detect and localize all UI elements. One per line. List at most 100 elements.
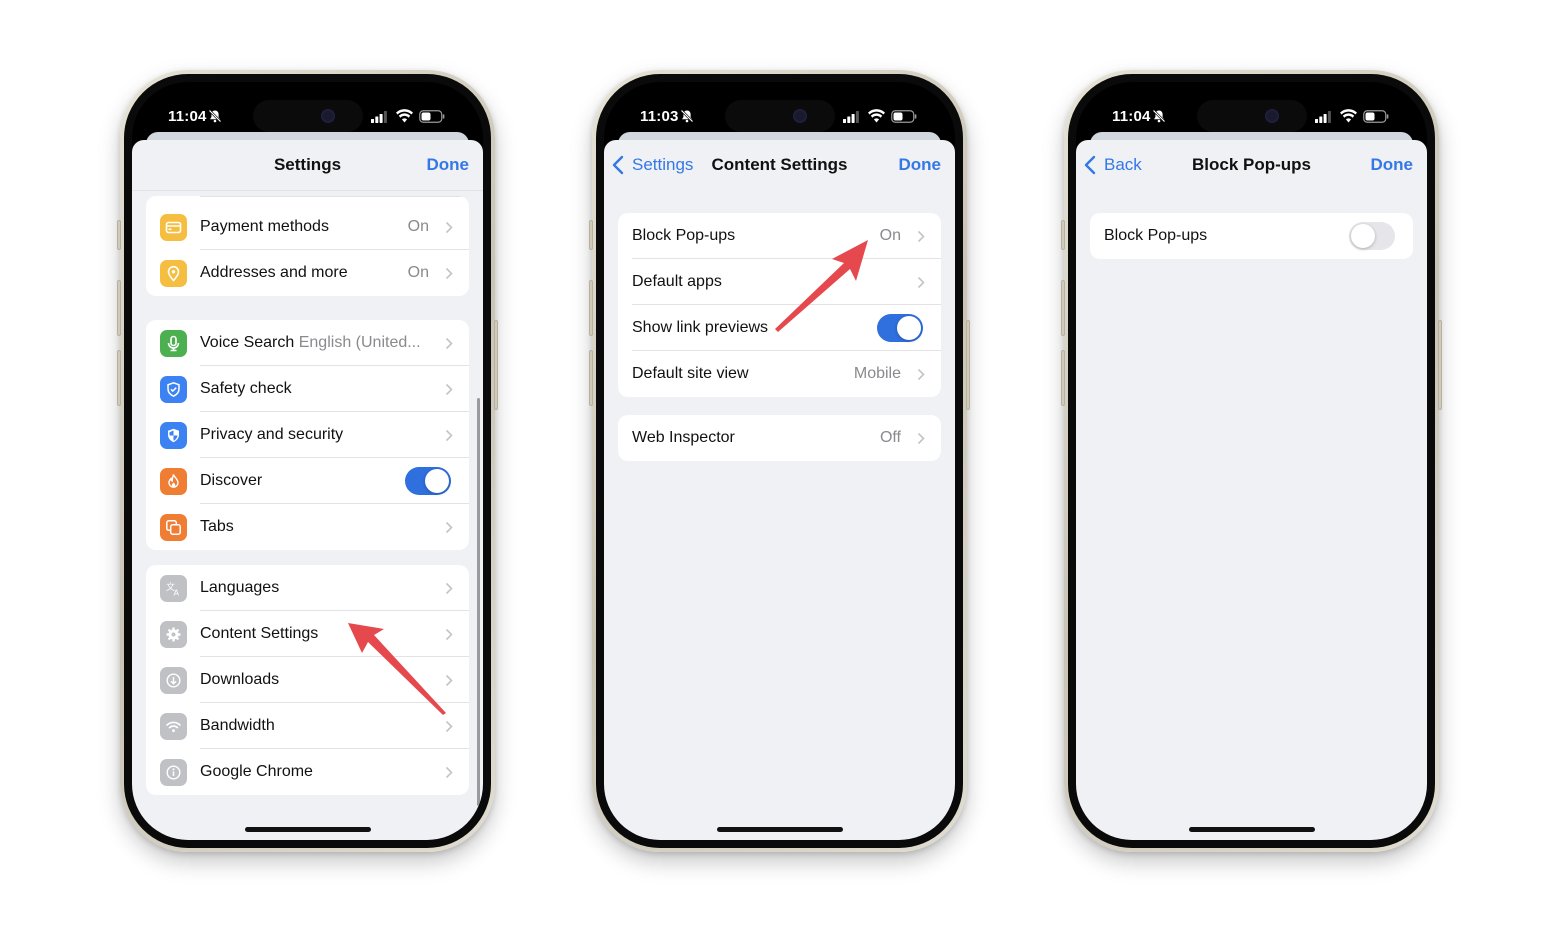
row-label: Web Inspector — [632, 429, 735, 446]
chevron-right-icon — [445, 720, 453, 732]
location-pin-icon — [160, 259, 187, 287]
row-safety-check[interactable]: Safety check — [146, 366, 469, 412]
wifi-icon — [1340, 109, 1357, 123]
bell-slash-icon — [1152, 109, 1166, 123]
row-tabs[interactable]: Tabs — [146, 504, 469, 550]
screen: 11:04 Settings Done Payment methods On A… — [132, 82, 483, 840]
row-addresses[interactable]: Addresses and more On — [146, 250, 469, 296]
row-value: Off — [879, 429, 901, 446]
credit-card-icon — [160, 213, 187, 241]
phone-settings: 11:04 Settings Done Payment methods On A… — [117, 70, 498, 852]
chevron-right-icon — [445, 337, 453, 349]
settings-group-autofill: Payment methods On Addresses and more On — [146, 196, 469, 296]
row-languages[interactable]: 文A Languages — [146, 565, 469, 611]
signal-icon — [1315, 111, 1331, 123]
row-google-chrome[interactable]: Google Chrome — [146, 749, 469, 795]
row-payment-methods[interactable]: Payment methods On — [146, 204, 469, 250]
microphone-icon — [160, 329, 187, 357]
row-value: Mobile — [853, 365, 901, 382]
gear-icon — [160, 620, 187, 648]
block-popups-toggle[interactable] — [1349, 222, 1395, 250]
row-label: Show link previews — [632, 319, 769, 336]
row-label: Payment methods — [200, 218, 329, 235]
volume-up-button — [117, 280, 121, 336]
row-content-settings[interactable]: Content Settings — [146, 611, 469, 657]
chevron-right-icon — [445, 221, 453, 233]
developer-group: Web Inspector Off — [618, 415, 941, 461]
row-bandwidth[interactable]: Bandwidth — [146, 703, 469, 749]
row-downloads[interactable]: Downloads — [146, 657, 469, 703]
wifi-icon — [868, 109, 885, 123]
home-indicator[interactable] — [244, 827, 371, 832]
row-privacy-security[interactable]: Privacy and security — [146, 412, 469, 458]
chevron-right-icon — [445, 383, 453, 395]
phone-content-settings: 11:03 Settings Content Settings Done Blo… — [589, 70, 970, 852]
toggle-knob — [897, 316, 921, 340]
row-voice-search[interactable]: Voice Search English (United... — [146, 320, 469, 366]
row-label: Addresses and more — [200, 264, 348, 281]
row-label: Block Pop-ups — [1104, 227, 1208, 244]
screen: 11:04 Back Block Pop-ups Done Block Pop-… — [1076, 82, 1427, 840]
chevron-right-icon — [445, 267, 453, 279]
row-label: Safety check — [200, 380, 292, 397]
row-label-text: Voice Search — [200, 334, 295, 351]
camera-icon — [320, 109, 335, 123]
chevron-right-icon — [917, 368, 925, 380]
chevron-right-icon — [917, 432, 925, 444]
signal-icon — [843, 111, 859, 123]
row-label: Block Pop-ups — [632, 227, 736, 244]
row-value: On — [407, 218, 429, 235]
nav-bar: Back Block Pop-ups Done — [1076, 140, 1427, 190]
volume-up-button — [589, 280, 593, 336]
chevron-right-icon — [917, 276, 925, 288]
nav-bar: Settings Content Settings Done — [604, 140, 955, 190]
signal-icon — [371, 111, 387, 123]
row-label: Google Chrome — [200, 763, 313, 780]
row-block-popups[interactable]: Block Pop-ups On — [618, 213, 941, 259]
bell-slash-icon — [208, 109, 222, 123]
toggle-knob — [425, 469, 449, 493]
phone-block-popups: 11:04 Back Block Pop-ups Done Block Pop-… — [1061, 70, 1442, 852]
row-label: Default apps — [632, 273, 722, 290]
action-button — [1061, 220, 1065, 250]
battery-icon — [419, 110, 445, 123]
home-indicator[interactable] — [1188, 827, 1315, 832]
wifi-icon — [396, 109, 413, 123]
volume-up-button — [1061, 280, 1065, 336]
discover-toggle[interactable] — [405, 467, 451, 495]
chevron-right-icon — [445, 766, 453, 778]
power-button — [494, 320, 498, 410]
home-indicator[interactable] — [716, 827, 843, 832]
shield-check-icon — [160, 375, 187, 403]
nav-divider — [132, 190, 483, 191]
row-label: Voice Search English (United... — [200, 334, 421, 352]
row-default-site-view[interactable]: Default site view Mobile — [618, 351, 941, 397]
wifi-icon — [160, 712, 187, 740]
flame-icon — [160, 467, 187, 495]
chevron-right-icon — [445, 674, 453, 686]
link-previews-toggle[interactable] — [877, 314, 923, 342]
row-label: Bandwidth — [200, 717, 275, 734]
row-label: Languages — [200, 579, 280, 596]
status-time: 11:04 — [168, 108, 207, 125]
action-button — [117, 220, 121, 250]
done-button[interactable]: Done — [899, 155, 942, 175]
status-time: 11:04 — [1112, 108, 1151, 125]
scrollbar[interactable] — [477, 398, 480, 806]
camera-icon — [1264, 109, 1279, 123]
content-settings-group: Block Pop-ups On Default apps Show link … — [618, 213, 941, 397]
nav-bar: Settings Done — [132, 140, 483, 190]
dynamic-island — [724, 100, 835, 132]
power-button — [966, 320, 970, 410]
action-button — [589, 220, 593, 250]
svg-text:A: A — [174, 588, 180, 597]
row-label: Privacy and security — [200, 426, 344, 443]
screen: 11:03 Settings Content Settings Done Blo… — [604, 82, 955, 840]
battery-icon — [891, 110, 917, 123]
done-button[interactable]: Done — [1371, 155, 1414, 175]
done-button[interactable]: Done — [427, 155, 470, 175]
row-web-inspector[interactable]: Web Inspector Off — [618, 415, 941, 461]
content-settings-sheet: Settings Content Settings Done Block Pop… — [604, 140, 955, 840]
power-button — [1438, 320, 1442, 410]
row-default-apps[interactable]: Default apps — [618, 259, 941, 305]
